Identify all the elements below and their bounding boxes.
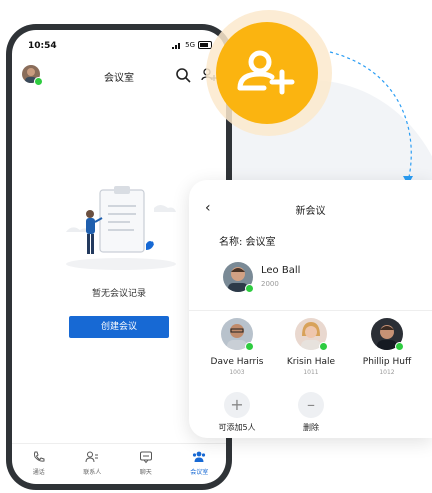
chat-icon [139, 451, 152, 464]
app-header: 会议室 [12, 62, 226, 88]
tab-label: 会议室 [190, 469, 209, 476]
online-status-dot [245, 342, 254, 351]
signal-icon [172, 42, 181, 49]
tab-meeting-room[interactable]: 会议室 [173, 444, 227, 484]
status-bar: 10:54 5G [12, 30, 226, 60]
host-number: 2000 [261, 280, 279, 288]
tab-label: 聊天 [139, 469, 152, 476]
bottom-tab-bar: 通话 联系人 聊天 会议室 [12, 443, 226, 484]
add-member-action[interactable]: + 可添加5人 [202, 392, 272, 433]
online-status-dot [319, 342, 328, 351]
create-meeting-button[interactable]: 创建会议 [69, 316, 169, 338]
member-number: 1011 [303, 369, 319, 376]
member-number: 1003 [229, 369, 245, 376]
member-item[interactable]: Krisin Hale 1011 [276, 318, 346, 376]
network-label: 5G [185, 41, 195, 49]
empty-state-illustration [66, 186, 176, 270]
tab-calls[interactable]: 通话 [12, 444, 66, 484]
host-name: Leo Ball [261, 265, 301, 276]
member-item[interactable]: Dave Harris 1003 [202, 318, 272, 376]
member-name: Phillip Huff [362, 357, 412, 367]
delete-member-action[interactable]: – 删除 [276, 392, 346, 433]
card-header: ‹ 新会议 [189, 180, 432, 236]
member-name: Dave Harris [210, 357, 264, 367]
phone-icon [33, 451, 45, 462]
minus-icon[interactable]: – [298, 392, 324, 418]
host-row: Leo Ball 2000 [223, 262, 423, 302]
member-name: Krisin Hale [286, 357, 336, 367]
page-title: 会议室 [104, 73, 134, 84]
add-user-icon [237, 50, 295, 95]
contacts-icon [85, 451, 99, 463]
divider [189, 310, 432, 311]
meeting-icon [193, 451, 206, 462]
tab-chat[interactable]: 聊天 [119, 444, 173, 484]
online-status-dot [395, 342, 404, 351]
online-status-dot [245, 284, 254, 293]
add-member-label: 可添加5人 [218, 423, 256, 432]
plus-icon[interactable]: + [224, 392, 250, 418]
search-icon[interactable] [174, 66, 192, 84]
member-number: 1012 [379, 369, 395, 376]
delete-label: 删除 [303, 423, 319, 432]
new-meeting-card: ‹ 新会议 名称: 会议室 Leo Ball 2000 Dave Harris … [189, 180, 432, 438]
status-time: 10:54 [28, 41, 57, 51]
tab-contacts[interactable]: 联系人 [66, 444, 120, 484]
card-title: 新会议 [295, 206, 326, 217]
tab-label: 通话 [32, 469, 45, 476]
add-user-badge [216, 22, 318, 124]
tab-label: 联系人 [83, 469, 102, 476]
meeting-name-label: 名称: 会议室 [219, 237, 276, 248]
member-item[interactable]: Phillip Huff 1012 [352, 318, 422, 376]
status-indicators: 5G [172, 41, 212, 49]
